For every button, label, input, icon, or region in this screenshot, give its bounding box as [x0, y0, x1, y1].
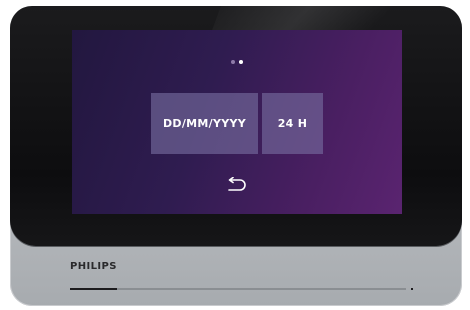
page-indicator: [231, 60, 243, 64]
intercom-device: DD/MM/YYYY 24 H PHILIPS: [10, 6, 462, 306]
page-dot-2: [239, 60, 243, 64]
page-dot-1: [231, 60, 235, 64]
touch-screen: DD/MM/YYYY 24 H: [72, 30, 402, 214]
progress-fill: [70, 288, 118, 290]
format-options: DD/MM/YYYY 24 H: [151, 93, 323, 154]
brand-logo: PHILIPS: [70, 261, 117, 272]
return-arrow-icon[interactable]: [225, 177, 247, 193]
progress-bar: [70, 288, 406, 290]
date-format-button[interactable]: DD/MM/YYYY: [151, 93, 258, 154]
device-bezel: DD/MM/YYYY 24 H: [10, 6, 462, 246]
time-format-button[interactable]: 24 H: [262, 93, 323, 154]
progress-end-marker: [411, 288, 413, 290]
